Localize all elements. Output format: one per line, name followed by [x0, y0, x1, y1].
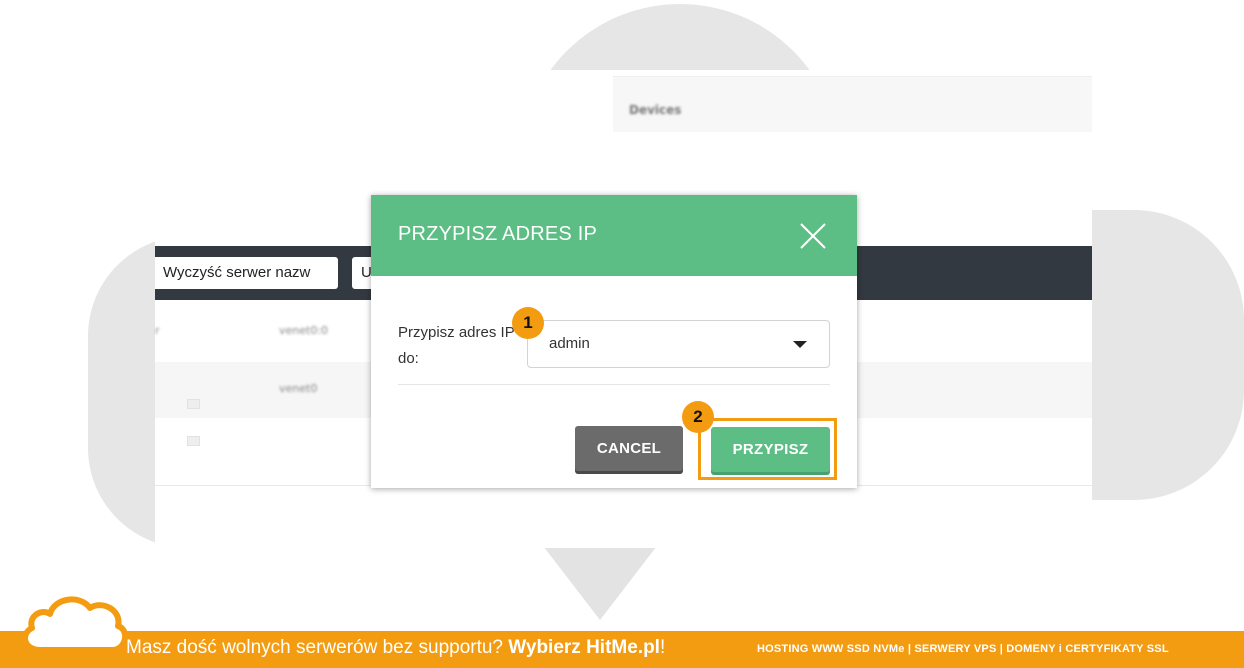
- assign-to-label: Przypisz adres IP do:: [398, 324, 515, 367]
- step-badge-2: 2: [682, 401, 714, 433]
- promo-text: Masz dość wolnych serwerów bez supportu?…: [126, 637, 666, 658]
- divider: [398, 384, 830, 385]
- cancel-button[interactable]: CANCEL: [575, 426, 683, 471]
- row-cell-interface: venet0:0: [279, 324, 329, 337]
- devices-label: Devices: [629, 103, 682, 117]
- row-cell-interface: venet0: [279, 382, 318, 395]
- services-list: HOSTING WWW SSD NVMe | SERWERY VPS | DOM…: [757, 643, 1169, 655]
- devices-box: Devices: [613, 76, 1092, 132]
- cloud-logo-icon: [18, 592, 129, 654]
- promo-brand[interactable]: Wybierz HitMe.pl: [508, 637, 660, 658]
- assign-to-select[interactable]: admin: [527, 320, 830, 368]
- close-icon[interactable]: [799, 222, 827, 250]
- selected-user: admin: [549, 335, 590, 352]
- row-cell-left: r: [155, 324, 160, 337]
- row-checkbox[interactable]: [187, 399, 200, 409]
- row-checkbox[interactable]: [187, 436, 200, 446]
- highlight-box: [698, 418, 837, 480]
- modal-header: PRZYPISZ ADRES IP: [371, 195, 857, 276]
- chevron-down-icon: [793, 341, 807, 348]
- modal-title: PRZYPISZ ADRES IP: [398, 223, 598, 245]
- step-badge-1: 1: [512, 307, 544, 339]
- clear-nameserver-button[interactable]: Wyczyść serwer nazw: [155, 257, 338, 289]
